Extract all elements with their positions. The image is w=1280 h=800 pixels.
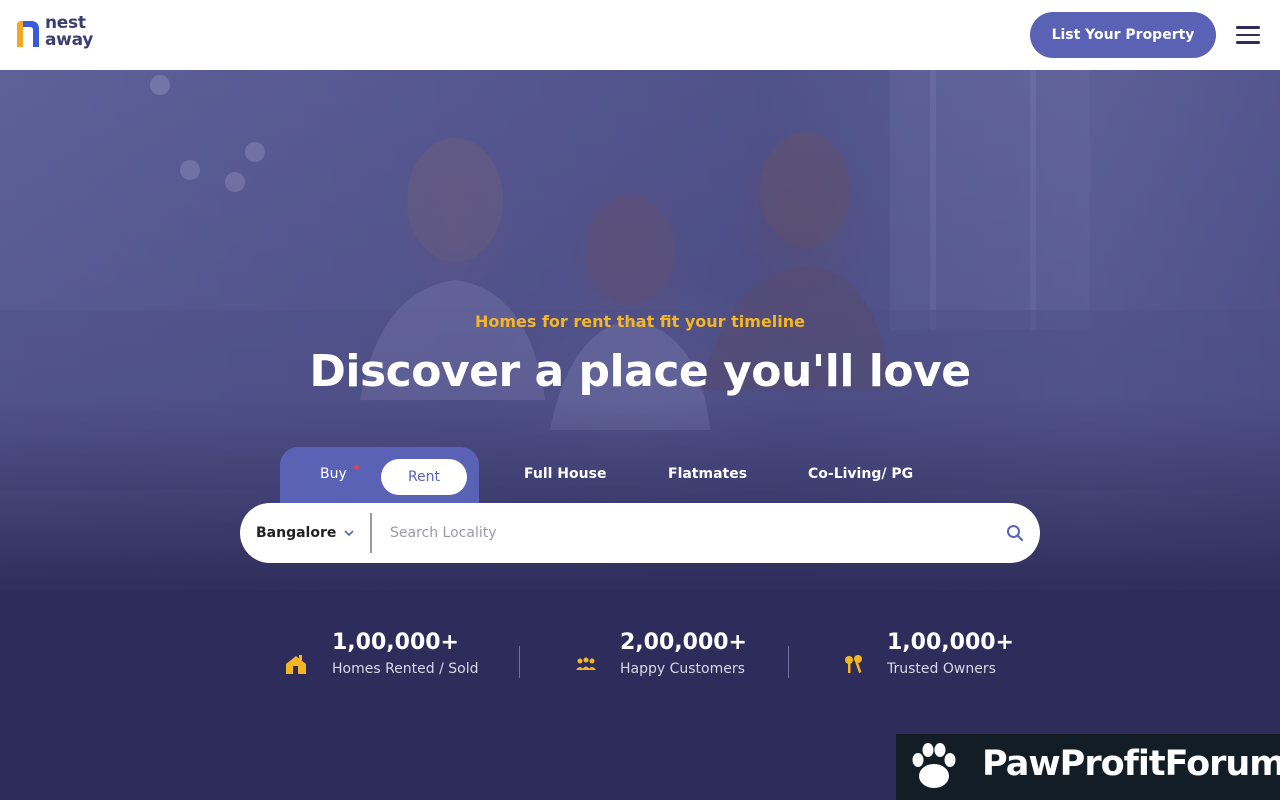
hamburger-menu-icon[interactable] bbox=[1236, 26, 1260, 44]
watermark-text: PawProfitForum bbox=[982, 744, 1280, 784]
tab-co-living-pg[interactable]: Co-Living/ PG bbox=[808, 466, 913, 482]
tab-buy[interactable]: Buy bbox=[320, 466, 347, 482]
paw-icon bbox=[912, 743, 956, 788]
city-dropdown-value: Bangalore bbox=[256, 525, 337, 541]
tab-flatmates[interactable]: Flatmates bbox=[668, 466, 747, 482]
logo-mark-icon bbox=[17, 21, 39, 47]
buy-new-dot bbox=[354, 465, 359, 470]
stat-divider bbox=[519, 646, 520, 678]
logo-wordmark: nest away bbox=[45, 15, 93, 49]
watermark-banner: PawProfitForum bbox=[896, 734, 1280, 800]
site-header: nest away List Your Property bbox=[0, 0, 1280, 70]
stat-value: 1,00,000+ bbox=[332, 630, 459, 655]
stat-divider bbox=[788, 646, 789, 678]
stat-value: 2,00,000+ bbox=[620, 630, 747, 655]
search-divider bbox=[370, 513, 372, 553]
people-icon bbox=[576, 657, 596, 670]
hero-tagline: Homes for rent that fit your timeline bbox=[474, 312, 806, 331]
list-your-property-button[interactable]: List Your Property bbox=[1030, 12, 1216, 58]
hero-headline: Discover a place you'll love bbox=[309, 346, 971, 397]
stat-label: Homes Rented / Sold bbox=[332, 661, 479, 677]
house-icon bbox=[286, 655, 306, 674]
logo-line-2: away bbox=[45, 30, 94, 50]
city-dropdown[interactable]: Bangalore bbox=[256, 503, 354, 563]
hero-overlay bbox=[0, 70, 1280, 800]
tab-rent[interactable]: Rent bbox=[381, 459, 467, 495]
search-locality-input[interactable] bbox=[390, 518, 990, 548]
stat-label: Happy Customers bbox=[620, 661, 745, 677]
keys-icon bbox=[845, 655, 862, 673]
tab-full-house[interactable]: Full House bbox=[524, 466, 606, 482]
stat-value: 1,00,000+ bbox=[887, 630, 1014, 655]
search-icon[interactable] bbox=[1006, 524, 1024, 542]
nestaway-logo[interactable]: nest away bbox=[15, 15, 99, 54]
search-bar: Bangalore bbox=[240, 503, 1040, 563]
chevron-down-icon bbox=[344, 530, 354, 537]
stat-label: Trusted Owners bbox=[887, 661, 996, 677]
hero-section: Homes for rent that fit your timeline Di… bbox=[0, 70, 1280, 800]
